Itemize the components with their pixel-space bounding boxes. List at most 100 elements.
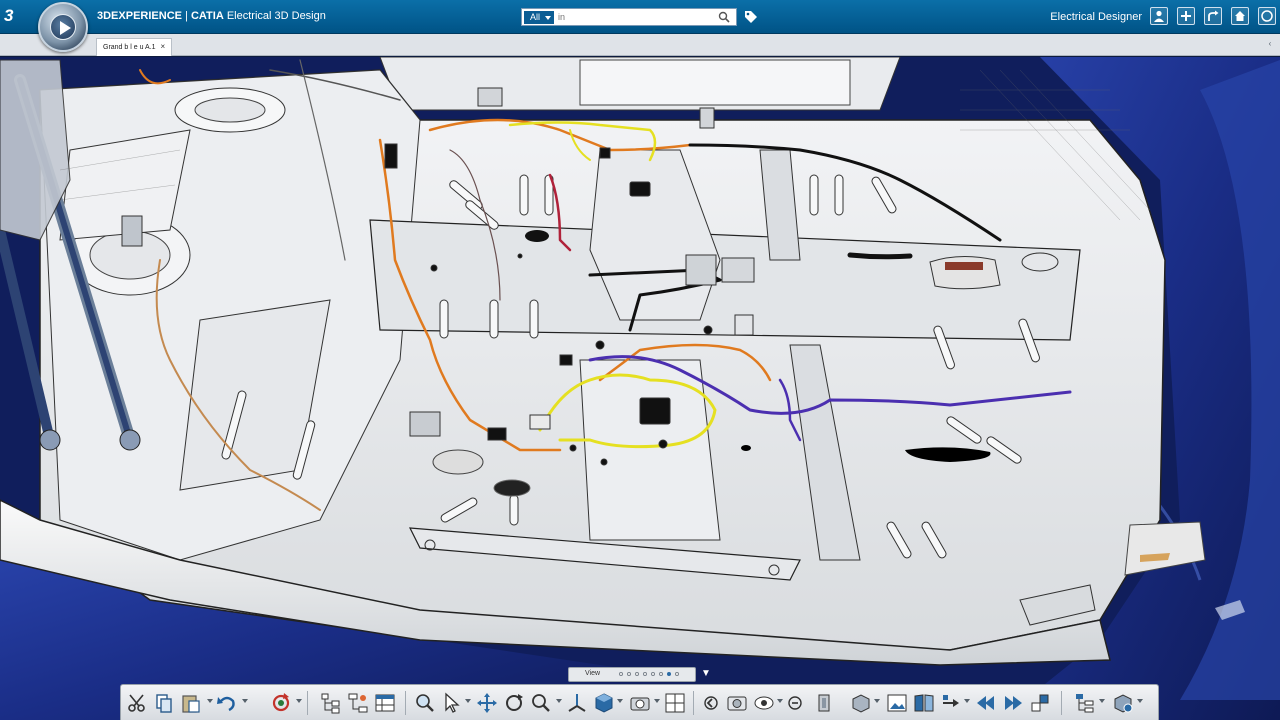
play-icon [60,21,71,35]
share-icon [1208,10,1219,21]
chevron-down-icon[interactable] [964,699,970,703]
zoom-area-button[interactable] [529,691,553,715]
section-dot[interactable] [643,672,647,676]
spec-tree-button[interactable] [1073,691,1097,715]
section-dot[interactable] [659,672,663,676]
tree-icon [321,693,340,714]
section-dot[interactable] [635,672,639,676]
pan-button[interactable] [475,691,499,715]
part-icon [818,694,830,712]
copy-icon [156,694,172,713]
view-section-bar[interactable]: View [568,667,696,682]
visibility-button[interactable] [752,691,776,715]
first-button[interactable] [974,691,998,715]
view-cube-button[interactable] [592,691,616,715]
brand-name: 3DEXPERIENCE [97,10,182,22]
paste-button[interactable] [179,691,203,715]
eye-icon [754,696,774,710]
axis-button[interactable] [565,691,589,715]
layout-button[interactable] [663,691,687,715]
copy-button[interactable] [152,691,176,715]
refresh-icon [272,693,290,712]
user-profile-button[interactable] [1150,7,1168,25]
axis-icon [568,694,586,712]
section-dot[interactable] [619,672,623,676]
table-button[interactable] [373,691,397,715]
image-button[interactable] [885,691,909,715]
rotate-button[interactable] [502,691,526,715]
section-dot[interactable] [627,672,631,676]
app-title: 3DEXPERIENCE | CATIA Electrical 3D Desig… [97,10,326,22]
structure-button[interactable] [346,691,370,715]
plus-icon [1181,11,1191,21]
chevron-down-icon[interactable] [556,699,562,703]
section-dot[interactable] [651,672,655,676]
chevron-down-icon[interactable] [1137,699,1143,703]
search-icon[interactable] [718,11,730,23]
select-button[interactable] [440,691,464,715]
chevron-down-icon[interactable] [242,699,248,703]
rotate-icon [506,694,523,711]
tag-icon[interactable] [744,10,758,24]
cube-icon [595,693,613,713]
section-dots [619,672,679,678]
transform-button[interactable] [939,691,963,715]
layout-icon [665,693,685,713]
section-dot-active[interactable] [667,672,671,676]
snap-button[interactable] [1028,691,1052,715]
share-button[interactable] [1204,7,1222,25]
last-button[interactable] [1001,691,1025,715]
search-scope-dropdown[interactable]: All [524,11,554,24]
assembly-button[interactable] [849,691,873,715]
undo-button[interactable] [215,691,239,715]
view-section-label: View [585,670,601,677]
compass-icon[interactable] [38,2,88,52]
section-dot[interactable] [675,672,679,676]
tree-button[interactable] [319,691,343,715]
add-button[interactable] [1177,7,1195,25]
tab-document[interactable]: Grand b l e u A.1 × [96,38,173,56]
user-role-label[interactable]: Electrical Designer [1050,11,1142,23]
help-button[interactable] [1258,7,1276,25]
chevron-down-icon[interactable] [465,699,471,703]
close-icon[interactable]: × [161,42,166,51]
capture-button[interactable] [628,691,652,715]
expand-chevron-icon[interactable]: ▼ [700,668,712,680]
home-button[interactable] [1231,7,1249,25]
action-bar [120,684,1159,720]
tab-strip: Grand b l e u A.1 × ‹ [0,34,1280,56]
chevron-down-icon[interactable] [296,699,302,703]
chevron-left-icon[interactable]: ‹ [1260,39,1280,51]
chevron-down-icon[interactable] [654,699,660,703]
chevron-down-icon[interactable] [1099,699,1105,703]
tab-label: Grand b l e u A.1 [103,44,156,51]
book-button[interactable] [912,691,936,715]
transform-icon [943,695,959,707]
zoom-button[interactable] [413,691,437,715]
search-input[interactable] [558,10,718,24]
measure-button[interactable] [783,691,807,715]
chevron-down-icon[interactable] [874,699,880,703]
electrical-component-button[interactable] [1111,691,1135,715]
chevron-down-icon[interactable] [617,699,623,703]
update-button[interactable] [269,691,293,715]
cut-button[interactable] [125,691,149,715]
chevron-left-icon [704,696,718,710]
part-button[interactable] [813,691,837,715]
move-icon [477,693,497,713]
help-icon [1261,10,1273,22]
home-icon [1235,11,1245,21]
cursor-icon [445,692,460,713]
app-name: Electrical 3D Design [226,10,326,22]
toolbar-separator [1061,691,1062,715]
title-separator: | [181,10,191,22]
snapshot-icon [727,696,747,711]
previous-view-button[interactable] [699,691,723,715]
image-icon [887,694,907,712]
search-bar: All [521,8,737,26]
toolbar-separator [693,691,694,715]
chevron-down-icon[interactable] [207,699,213,703]
snapshot-button[interactable] [725,691,749,715]
compass-center[interactable] [50,14,76,40]
3d-viewport[interactable] [0,57,1280,720]
